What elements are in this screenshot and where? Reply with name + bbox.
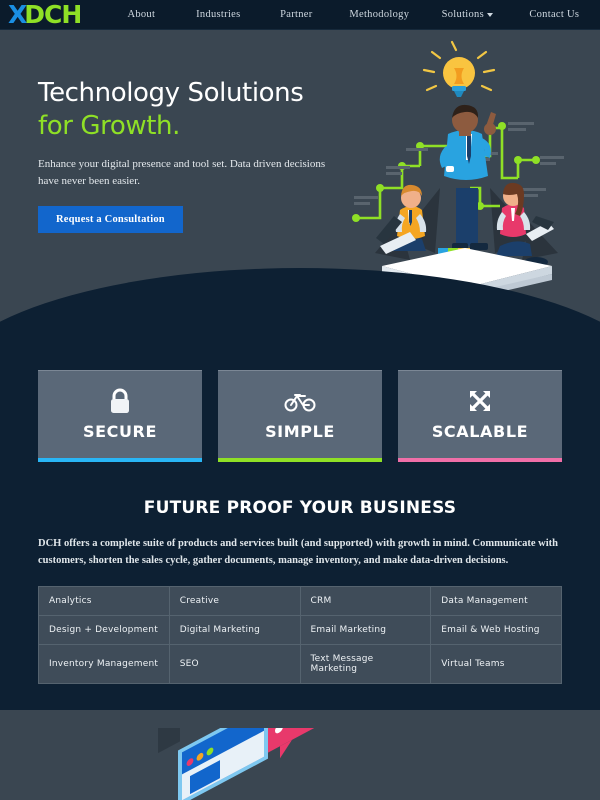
table-row: Design + Development Digital Marketing E… [38,614,562,645]
feature-cards: SECURE SIMPLE SCALABLE [38,370,562,462]
table-cell: Inventory Management [38,643,170,684]
nav-links: About Industries Partner Methodology Sol… [103,5,600,24]
nav-item-methodology[interactable]: Methodology [335,5,423,24]
nav-item-about[interactable]: About [103,5,179,24]
feature-card-scalable-label: SCALABLE [431,422,529,441]
hero-illustration [352,40,564,298]
table-cell: Virtual Teams [430,643,562,684]
hero-section: Technology Solutions for Growth. Enhance… [0,30,600,330]
nav-item-solutions[interactable]: Solutions [423,5,511,24]
hero-heading-line2: for Growth. [38,111,180,142]
feature-card-simple-label: SIMPLE [265,422,335,441]
nav-item-solutions-label: Solutions [441,9,484,20]
hero-heading-line1: Technology Solutions [38,78,304,108]
table-cell: Email Marketing [299,614,432,645]
feature-card-simple-bar [218,458,382,462]
top-navigation-bar: X DCH About Industries Partner Methodolo… [0,0,600,30]
hero-copy: Technology Solutions for Growth. Enhance… [38,78,358,234]
lock-icon [108,388,132,414]
table-cell: Data Management [430,585,562,616]
future-proof-body: DCH offers a complete suite of products … [38,538,558,566]
table-cell: Analytics [38,585,170,616]
table-cell: Text Message Marketing [299,643,432,684]
table-cell: CRM [299,585,432,616]
hero-subtext: Enhance your digital presence and tool s… [38,158,326,188]
future-proof-section: FUTURE PROOF YOUR BUSINESS DCH offers a … [38,498,562,684]
services-table: Analytics Creative CRM Data Management D… [38,585,562,684]
site-logo[interactable]: X DCH [8,0,82,29]
table-cell: SEO [168,643,301,684]
bottom-section [0,710,600,800]
landing-page: X DCH About Industries Partner Methodolo… [0,0,600,800]
table-row: Inventory Management SEO Text Message Ma… [38,643,562,684]
table-cell: Design + Development [38,614,170,645]
feature-card-simple[interactable]: SIMPLE [218,370,382,462]
table-cell: Creative [168,585,301,616]
future-proof-title: FUTURE PROOF YOUR BUSINESS [143,498,457,518]
nav-item-partner[interactable]: Partner [257,5,335,24]
table-row: Analytics Creative CRM Data Management [38,585,562,616]
table-cell: Digital Marketing [168,614,301,645]
bicycle-icon [284,388,316,414]
feature-card-scalable[interactable]: SCALABLE [398,370,562,462]
expand-arrows-icon [467,388,493,414]
chevron-down-icon [487,12,493,17]
feature-card-secure[interactable]: SECURE [38,370,202,462]
feature-card-scalable-bar [398,458,562,462]
nav-item-industries[interactable]: Industries [179,5,257,24]
logo-wordmark: DCH [24,0,82,29]
table-cell: Email & Web Hosting [430,614,562,645]
feature-card-secure-bar [38,458,202,462]
bottom-illustration [158,728,314,800]
nav-item-contact-us[interactable]: Contact Us [511,5,597,24]
request-consultation-button[interactable]: Request a Consultation [38,206,183,234]
feature-card-secure-label: SECURE [82,422,158,441]
